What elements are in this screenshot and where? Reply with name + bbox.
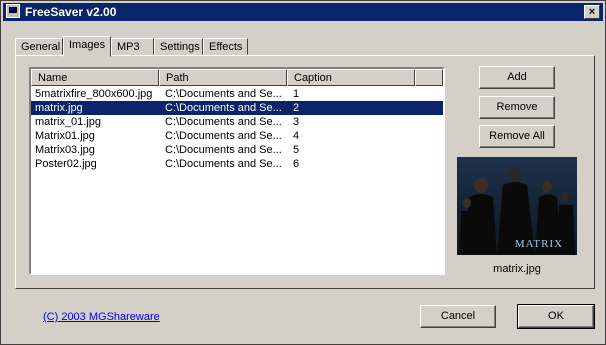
image-list[interactable]: Name Path Caption 5matrixfire_800x600.jp… bbox=[29, 67, 445, 275]
cell-caption: 5 bbox=[293, 144, 300, 156]
list-header: Name Path Caption bbox=[31, 69, 443, 87]
poster-title-text: MATRIX bbox=[515, 238, 563, 250]
tab-strip: General Images MP3 Settings Effects bbox=[15, 36, 415, 57]
table-row[interactable]: matrix_01.jpg C:\Documents and Se... 3 bbox=[31, 115, 443, 129]
cancel-button[interactable]: Cancel bbox=[420, 305, 496, 328]
preview-caption: matrix.jpg bbox=[493, 263, 541, 275]
tab-general[interactable]: General bbox=[15, 38, 63, 55]
table-row[interactable]: matrix.jpg C:\Documents and Se... 2 bbox=[31, 101, 443, 115]
column-header-name[interactable]: Name bbox=[31, 69, 159, 86]
column-header-path[interactable]: Path bbox=[159, 69, 287, 86]
tab-images[interactable]: Images bbox=[63, 36, 111, 57]
cell-name: Matrix03.jpg bbox=[35, 144, 95, 156]
table-row[interactable]: Matrix03.jpg C:\Documents and Se... 5 bbox=[31, 143, 443, 157]
ok-button[interactable]: OK bbox=[517, 304, 595, 329]
cell-caption: 1 bbox=[293, 88, 300, 100]
add-button[interactable]: Add bbox=[479, 66, 555, 89]
cell-caption: 6 bbox=[293, 158, 300, 170]
app-icon bbox=[6, 4, 20, 18]
window-title: FreeSaver v2.00 bbox=[25, 5, 117, 19]
table-row[interactable]: Poster02.jpg C:\Documents and Se... 6 bbox=[31, 157, 443, 171]
cell-name: 5matrixfire_800x600.jpg bbox=[35, 88, 153, 100]
tab-mp3[interactable]: MP3 bbox=[111, 38, 154, 55]
image-preview: MATRIX bbox=[457, 157, 577, 255]
tab-effects[interactable]: Effects bbox=[203, 38, 248, 55]
cell-name: Matrix01.jpg bbox=[35, 130, 95, 142]
cell-path: C:\Documents and Se... bbox=[165, 158, 282, 170]
cell-name: matrix.jpg bbox=[35, 102, 83, 114]
title-bar[interactable]: FreeSaver v2.00 × bbox=[3, 3, 603, 21]
cell-path: C:\Documents and Se... bbox=[165, 144, 282, 156]
cell-path: C:\Documents and Se... bbox=[165, 116, 282, 128]
cell-caption: 3 bbox=[293, 116, 300, 128]
app-window: FreeSaver v2.00 × General Images MP3 Set… bbox=[0, 0, 606, 345]
close-button[interactable]: × bbox=[584, 5, 600, 19]
column-header-caption[interactable]: Caption bbox=[287, 69, 415, 86]
cell-caption: 4 bbox=[293, 130, 300, 142]
cell-path: C:\Documents and Se... bbox=[165, 102, 282, 114]
matrix-poster-image: MATRIX bbox=[457, 157, 577, 255]
column-header-filler bbox=[415, 69, 443, 86]
tab-settings[interactable]: Settings bbox=[154, 38, 203, 55]
cell-path: C:\Documents and Se... bbox=[165, 130, 282, 142]
cell-name: Poster02.jpg bbox=[35, 158, 97, 170]
cell-caption: 2 bbox=[293, 102, 300, 114]
copyright-link[interactable]: (C) 2003 MGShareware bbox=[43, 311, 160, 323]
table-row[interactable]: 5matrixfire_800x600.jpg C:\Documents and … bbox=[31, 87, 443, 101]
remove-button[interactable]: Remove bbox=[479, 96, 555, 119]
table-row[interactable]: Matrix01.jpg C:\Documents and Se... 4 bbox=[31, 129, 443, 143]
cell-path: C:\Documents and Se... bbox=[165, 88, 282, 100]
close-icon: × bbox=[588, 6, 596, 18]
remove-all-button[interactable]: Remove All bbox=[479, 125, 555, 148]
cell-name: matrix_01.jpg bbox=[35, 116, 102, 128]
